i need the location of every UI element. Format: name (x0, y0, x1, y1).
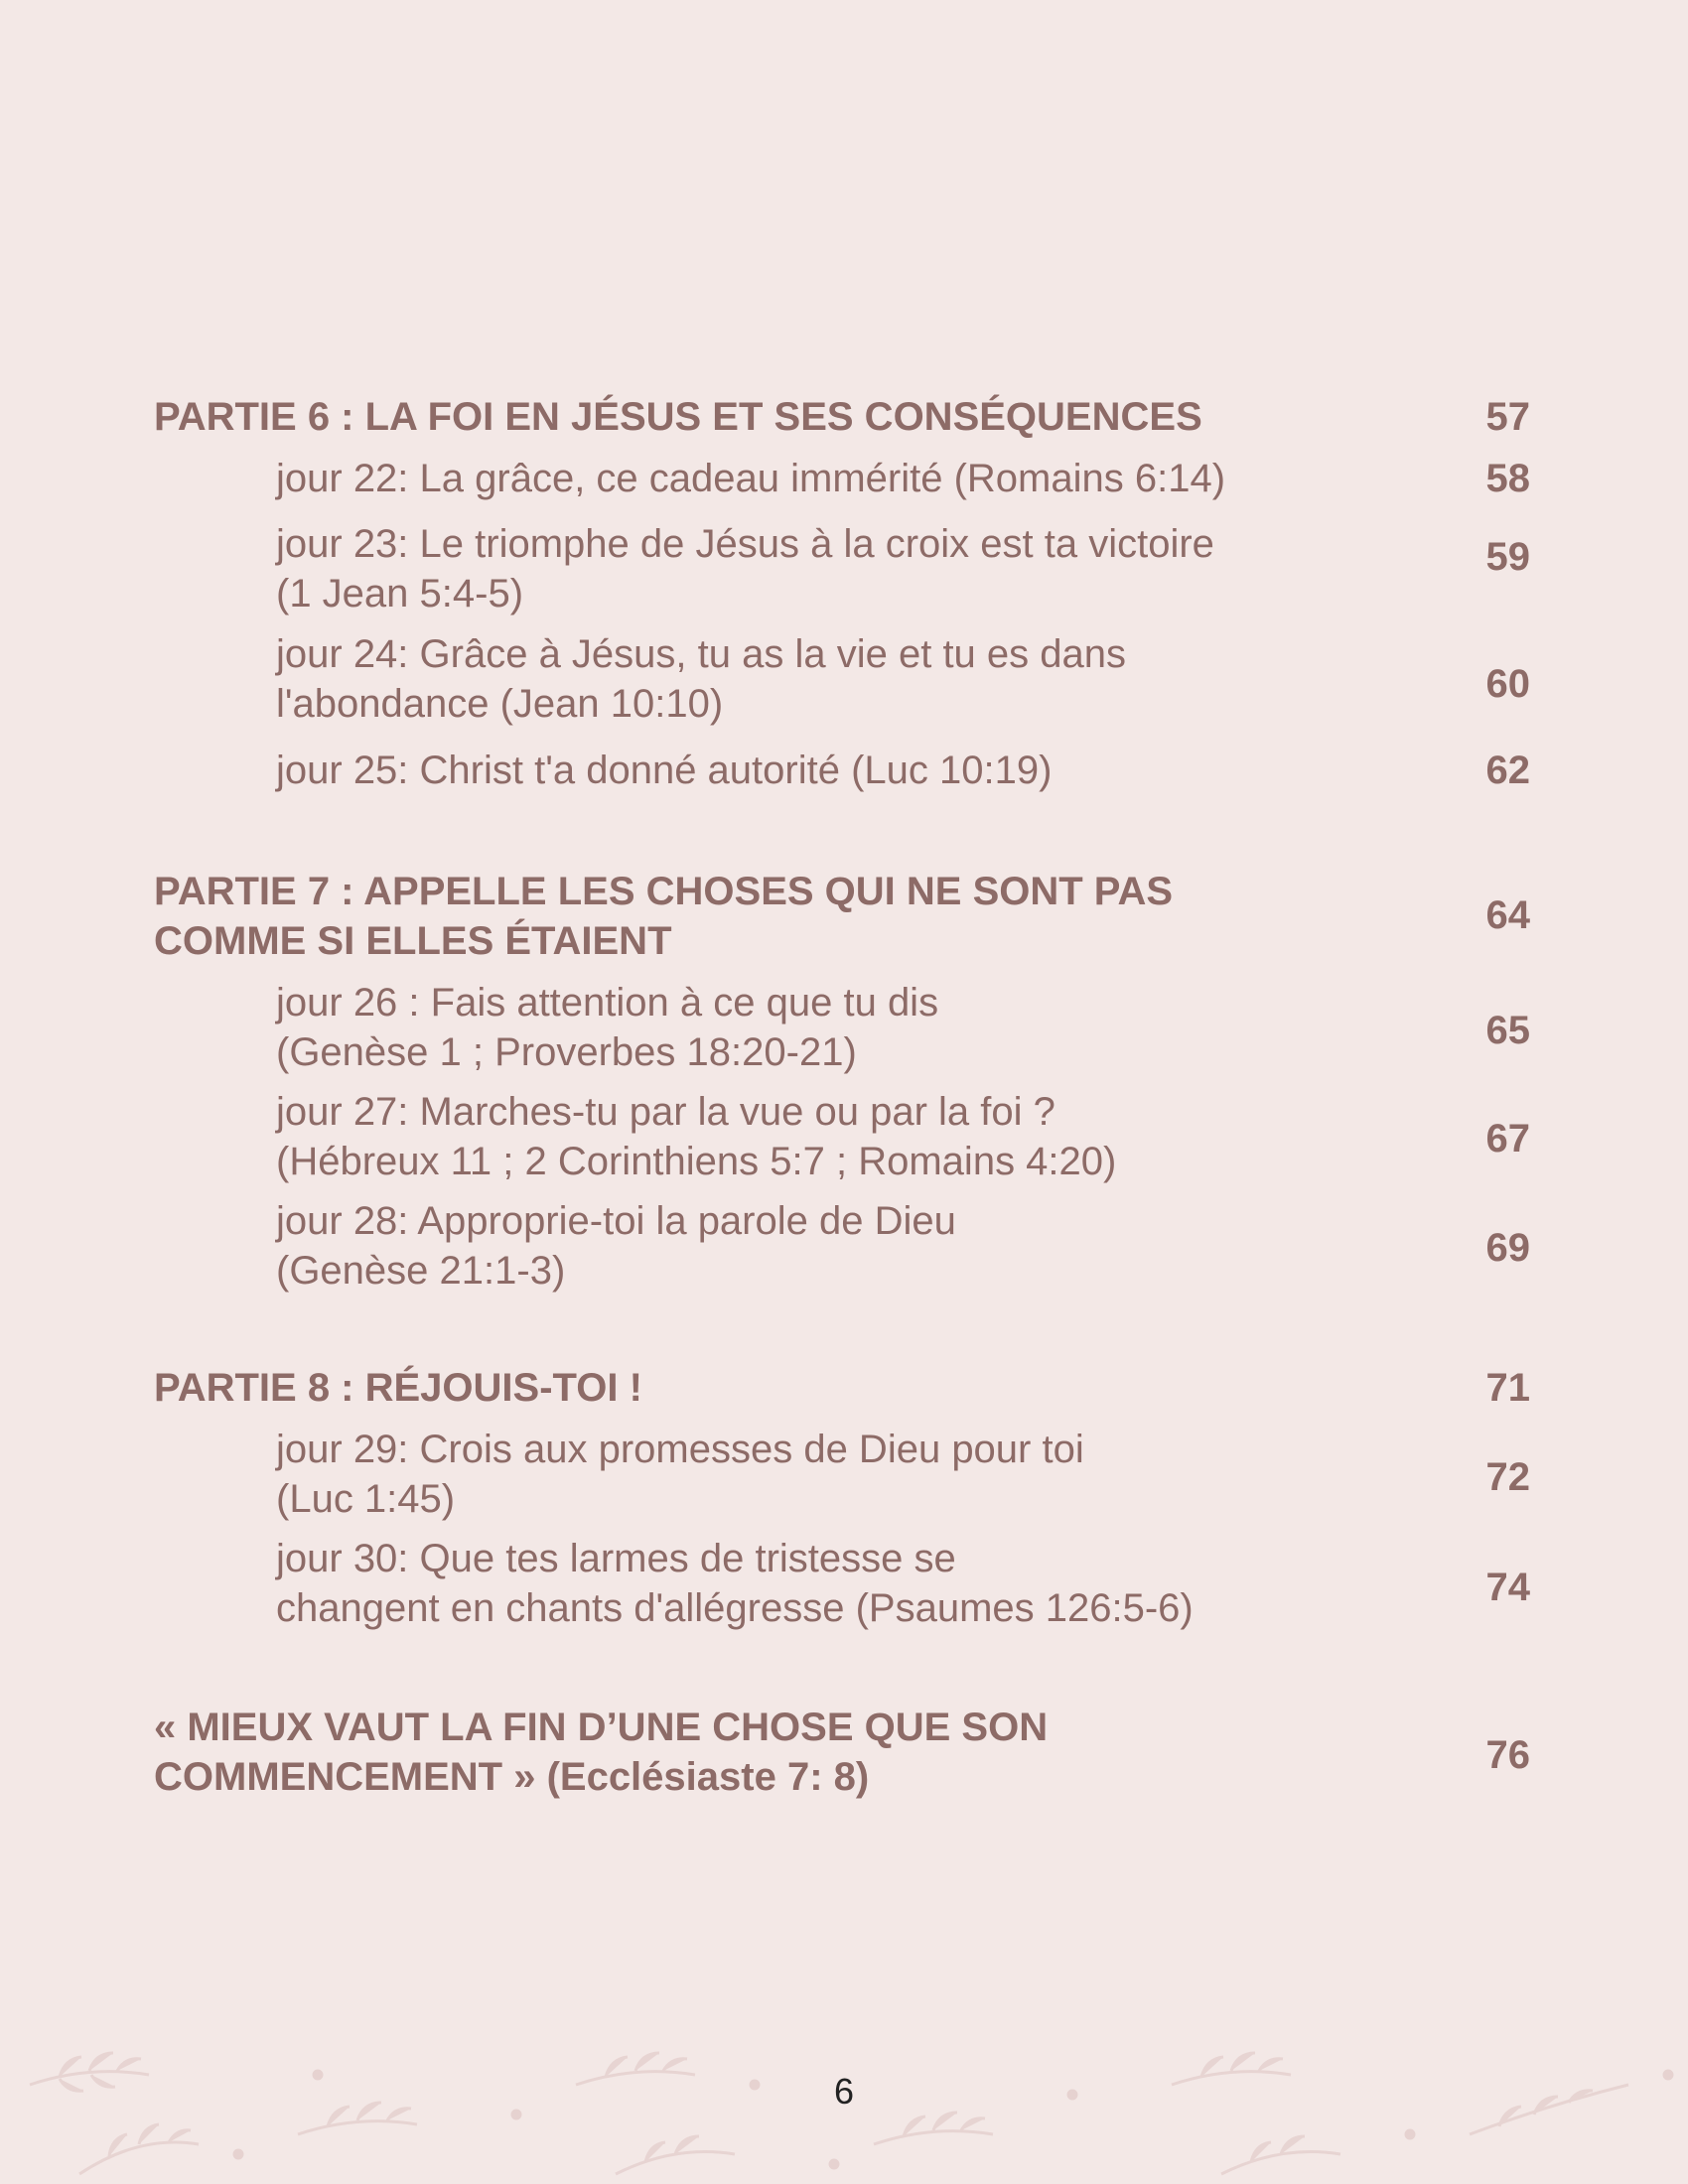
day-title: jour 25: Christ t'a donné autorité (Luc … (276, 746, 1368, 795)
title-line: jour 29: Crois aux promesses de Dieu pou… (276, 1428, 1084, 1471)
title-line: (Genèse 21:1-3) (276, 1249, 566, 1293)
title-line: (Genèse 1 ; Proverbes 18:20-21) (276, 1030, 857, 1074)
day-title: jour 30: Que tes larmes de tristesse se … (276, 1534, 1368, 1633)
day-title: jour 28: Approprie-toi la parole de Dieu… (276, 1196, 1368, 1296)
part-title: PARTIE 6 : LA FOI EN JÉSUS ET SES CONSÉQ… (154, 392, 1345, 442)
title-line: jour 27: Marches-tu par la vue ou par la… (276, 1090, 1055, 1134)
part-title: PARTIE 7 : APPELLE LES CHOSES QUI NE SON… (154, 867, 1345, 966)
page-number: 6 (833, 2071, 855, 2112)
floral-border-decoration (29, 2051, 1674, 2176)
title-line: l'abondance (Jean 10:10) (276, 682, 724, 726)
title-line: « MIEUX VAUT LA FIN D’UNE CHOSE QUE SON (154, 1706, 1049, 1749)
page-ref: 59 (1485, 535, 1531, 579)
page-ref: 60 (1485, 662, 1531, 706)
day-title: jour 26 : Fais attention à ce que tu dis… (276, 978, 1368, 1077)
title-line: jour 24: Grâce à Jésus, tu as la vie et … (276, 632, 1127, 676)
title-line: jour 28: Approprie-toi la parole de Dieu (276, 1199, 956, 1243)
day-title: jour 23: Le triomphe de Jésus à la croix… (276, 519, 1368, 618)
title-line: (Hébreux 11 ; 2 Corinthiens 5:7 ; Romain… (276, 1140, 1117, 1183)
day-title: jour 24: Grâce à Jésus, tu as la vie et … (276, 629, 1368, 729)
title-line: jour 23: Le triomphe de Jésus à la croix… (276, 522, 1214, 566)
page-ref: 71 (1485, 1366, 1531, 1410)
page-ref: 65 (1485, 1009, 1531, 1052)
title-line: PARTIE 7 : APPELLE LES CHOSES QUI NE SON… (154, 870, 1174, 913)
title-line: PARTIE 6 : LA FOI EN JÉSUS ET SES CONSÉQ… (154, 395, 1202, 439)
day-title: jour 27: Marches-tu par la vue ou par la… (276, 1087, 1368, 1186)
page-ref: 76 (1485, 1733, 1531, 1777)
title-line: COMME SI ELLES ÉTAIENT (154, 919, 672, 963)
page-ref: 64 (1485, 893, 1531, 937)
title-line: jour 26 : Fais attention à ce que tu dis (276, 981, 939, 1024)
page-ref: 69 (1485, 1226, 1531, 1270)
title-line: changent en chants d'allégresse (Psaumes… (276, 1586, 1194, 1630)
part-title: PARTIE 8 : RÉJOUIS-TOI ! (154, 1363, 1345, 1413)
page-ref: 58 (1485, 457, 1531, 500)
title-line: jour 30: Que tes larmes de tristesse se (276, 1537, 956, 1580)
title-line: jour 22: La grâce, ce cadeau immérité (R… (276, 457, 1226, 500)
table-of-contents: PARTIE 6 : LA FOI EN JÉSUS ET SES CONSÉQ… (0, 0, 1688, 2184)
title-line: COMMENCEMENT » (Ecclésiaste 7: 8) (154, 1755, 870, 1799)
page-ref: 72 (1485, 1455, 1531, 1499)
page-ref: 57 (1485, 395, 1531, 439)
title-line: (Luc 1:45) (276, 1477, 456, 1521)
title-line: jour 25: Christ t'a donné autorité (Luc … (276, 749, 1053, 792)
page-ref: 62 (1485, 749, 1531, 792)
page-ref: 67 (1485, 1117, 1531, 1160)
page-ref: 74 (1485, 1566, 1531, 1609)
title-line: PARTIE 8 : RÉJOUIS-TOI ! (154, 1366, 642, 1410)
day-title: jour 22: La grâce, ce cadeau immérité (R… (276, 454, 1368, 503)
part-title: « MIEUX VAUT LA FIN D’UNE CHOSE QUE SON … (154, 1703, 1345, 1802)
day-title: jour 29: Crois aux promesses de Dieu pou… (276, 1425, 1368, 1524)
title-line: (1 Jean 5:4-5) (276, 572, 524, 615)
